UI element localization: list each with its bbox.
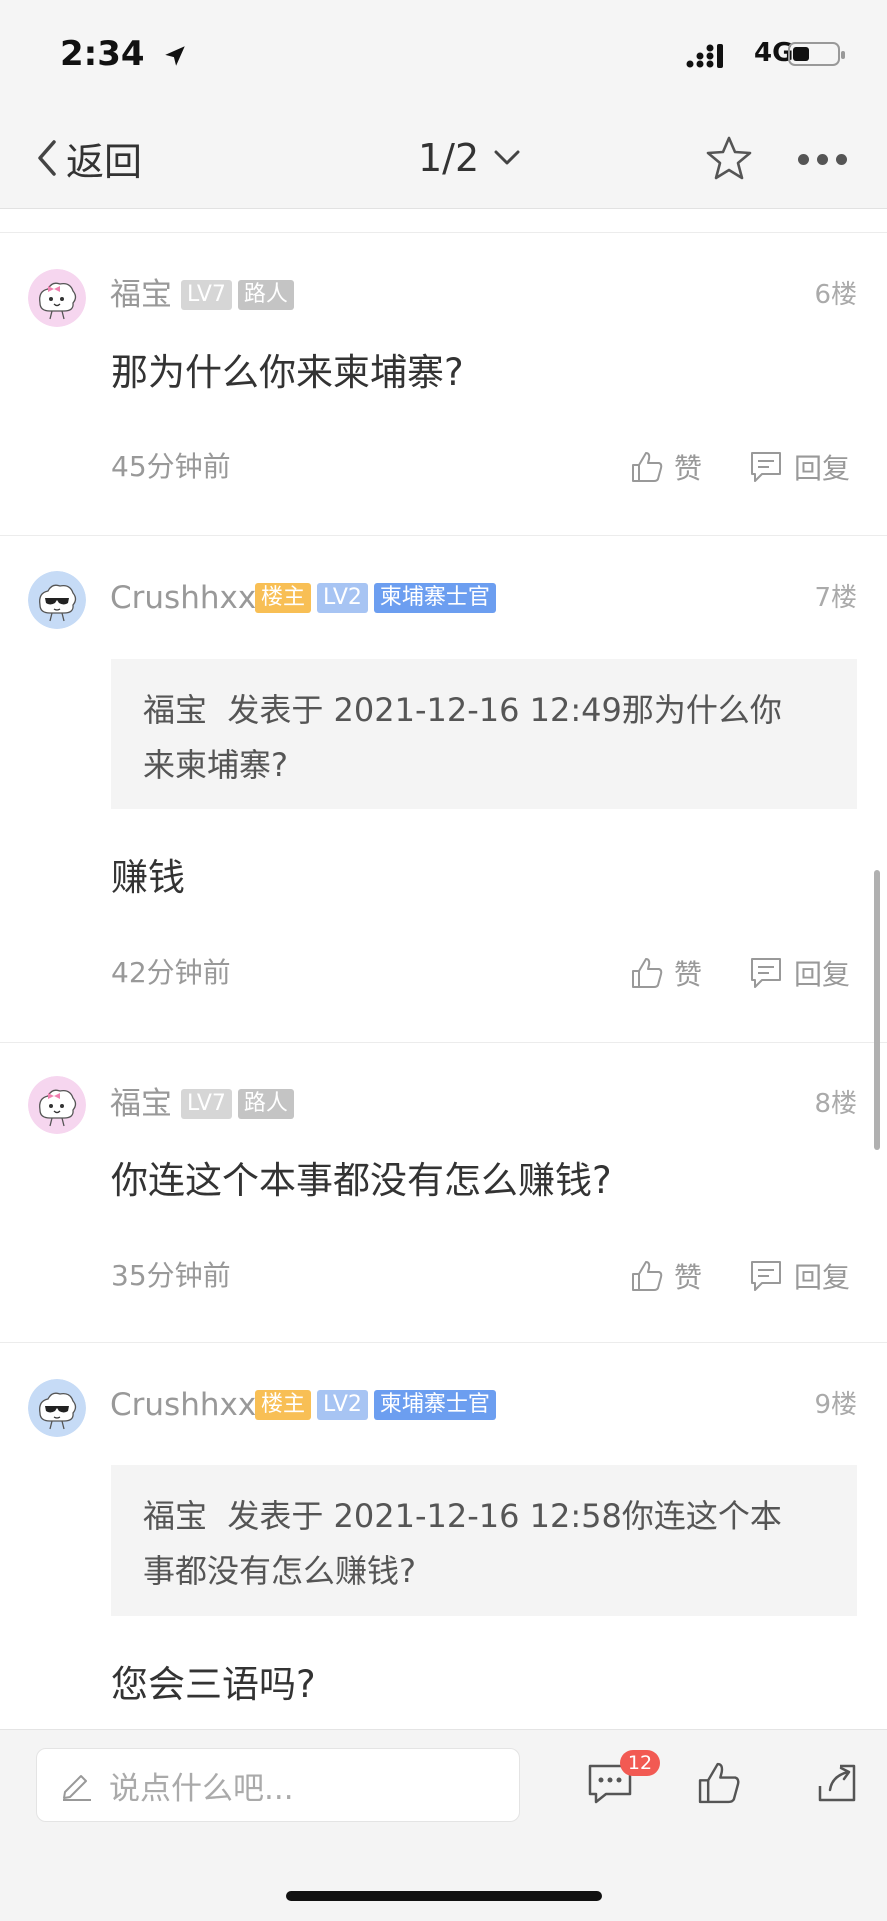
star-icon[interactable] bbox=[704, 134, 754, 184]
title-badge: 柬埔寨士官 bbox=[373, 583, 496, 613]
back-button[interactable]: 返回 bbox=[34, 132, 142, 184]
like-button[interactable]: 赞 bbox=[630, 447, 702, 487]
post-floor-6: 福宝 LV7 路人 6楼 那为什么你来柬埔寨? 45分钟前 赞 回复 bbox=[0, 233, 887, 536]
username[interactable]: Crushhxx bbox=[110, 578, 256, 618]
reply-label: 回复 bbox=[794, 958, 851, 991]
home-indicator bbox=[286, 1891, 602, 1901]
like-label: 赞 bbox=[674, 958, 703, 991]
input-placeholder: 说点什么吧... bbox=[109, 1770, 294, 1807]
post-content: 那为什么你来柬埔寨? bbox=[111, 351, 464, 394]
battery-icon bbox=[788, 42, 845, 66]
user-tags: LV7 路人 bbox=[181, 280, 294, 310]
like-button[interactable]: 赞 bbox=[630, 953, 702, 993]
reply-label: 回复 bbox=[794, 452, 851, 485]
quoted-reply: 福宝 发表于 2021-12-16 12:49那为什么你 来柬埔寨? bbox=[111, 659, 857, 809]
quote-line-1: 福宝 发表于 2021-12-16 12:58你连这个本 bbox=[143, 1497, 782, 1535]
post-floor-9: Crushhxx 楼主 LV2 柬埔寨士官 9楼 福宝 发表于 2021-12-… bbox=[0, 1343, 887, 1729]
level-badge: LV2 bbox=[317, 583, 368, 613]
thumbs-up-icon bbox=[632, 958, 663, 988]
thumbs-up-icon bbox=[632, 1261, 663, 1291]
chevron-down-icon bbox=[494, 150, 520, 165]
location-arrow-icon bbox=[165, 45, 186, 66]
nav-bar: 返回 1/2 bbox=[0, 110, 887, 209]
avatar-sunglasses-icon bbox=[28, 1379, 86, 1437]
comment-icon bbox=[751, 958, 781, 988]
comment-input[interactable]: 说点什么吧... bbox=[36, 1748, 520, 1822]
owner-badge: 楼主 bbox=[255, 583, 312, 613]
reply-button[interactable]: 回复 bbox=[748, 1256, 850, 1296]
reply-label: 回复 bbox=[794, 1261, 851, 1294]
more-icon[interactable] bbox=[798, 154, 847, 165]
user-tags: 楼主 LV2 柬埔寨士官 bbox=[255, 1390, 496, 1420]
comment-icon bbox=[751, 452, 781, 482]
level-badge: LV2 bbox=[317, 1390, 368, 1420]
reply-button[interactable]: 回复 bbox=[748, 953, 850, 993]
user-tags: 楼主 LV2 柬埔寨士官 bbox=[255, 583, 496, 613]
reply-button[interactable]: 回复 bbox=[748, 447, 850, 487]
post-time: 42分钟前 bbox=[111, 956, 231, 989]
avatar[interactable] bbox=[28, 269, 86, 327]
level-badge: LV7 bbox=[181, 1089, 232, 1119]
pencil-icon bbox=[63, 1775, 91, 1801]
post-content: 您会三语吗? bbox=[111, 1663, 316, 1706]
share-icon[interactable] bbox=[814, 1760, 860, 1806]
thumbs-up-icon[interactable] bbox=[696, 1760, 742, 1806]
avatar-sunglasses-icon bbox=[28, 571, 86, 629]
like-button[interactable]: 赞 bbox=[630, 1256, 702, 1296]
user-tags: LV7 路人 bbox=[181, 1089, 294, 1119]
quote-line-2: 来柬埔寨? bbox=[143, 746, 288, 784]
quote-line-2: 事都没有怎么赚钱? bbox=[143, 1552, 416, 1590]
status-bar: 2:34 4G bbox=[0, 0, 887, 110]
post-floor-8: 福宝 LV7 路人 8楼 你连这个本事都没有怎么赚钱? 35分钟前 赞 回复 bbox=[0, 1043, 887, 1343]
page-indicator: 1/2 bbox=[418, 136, 480, 180]
floor-number: 8楼 bbox=[814, 1089, 857, 1119]
username[interactable]: 福宝 bbox=[110, 1084, 172, 1124]
avatar-girl-icon bbox=[28, 269, 86, 327]
status-time-text: 2:34 bbox=[60, 34, 145, 74]
avatar[interactable] bbox=[28, 1379, 86, 1437]
status-time: 2:34 bbox=[60, 34, 188, 74]
scrollbar[interactable] bbox=[874, 870, 880, 1150]
thumbs-up-icon bbox=[632, 452, 663, 482]
floor-number: 9楼 bbox=[814, 1390, 857, 1420]
level-badge: LV7 bbox=[181, 280, 232, 310]
like-label: 赞 bbox=[674, 1261, 703, 1294]
username[interactable]: Crushhxx bbox=[110, 1385, 256, 1425]
avatar[interactable] bbox=[28, 571, 86, 629]
username[interactable]: 福宝 bbox=[110, 275, 172, 315]
comment-count-badge: 12 bbox=[620, 1750, 660, 1776]
chevron-left-icon bbox=[38, 140, 56, 176]
like-label: 赞 bbox=[674, 452, 703, 485]
post-floor-7: Crushhxx 楼主 LV2 柬埔寨士官 7楼 福宝 发表于 2021-12-… bbox=[0, 536, 887, 1043]
role-badge: 路人 bbox=[237, 280, 294, 310]
post-time: 35分钟前 bbox=[111, 1259, 231, 1292]
signal-icon bbox=[686, 44, 723, 68]
role-badge: 路人 bbox=[237, 1089, 294, 1119]
post-content: 赚钱 bbox=[111, 856, 185, 899]
quote-line-1: 福宝 发表于 2021-12-16 12:49那为什么你 bbox=[143, 691, 782, 729]
quoted-reply: 福宝 发表于 2021-12-16 12:58你连这个本 事都没有怎么赚钱? bbox=[111, 1465, 857, 1616]
page-selector[interactable]: 1/2 bbox=[418, 132, 521, 184]
bottom-bar: 说点什么吧... 12 bbox=[0, 1729, 887, 1921]
floor-number: 6楼 bbox=[814, 280, 857, 310]
title-badge: 柬埔寨士官 bbox=[373, 1390, 496, 1420]
avatar-girl-icon bbox=[28, 1076, 86, 1134]
post-time: 45分钟前 bbox=[111, 450, 231, 483]
owner-badge: 楼主 bbox=[255, 1390, 312, 1420]
floor-number: 7楼 bbox=[814, 583, 857, 613]
back-label: 返回 bbox=[66, 139, 143, 184]
comment-icon bbox=[751, 1261, 781, 1291]
avatar[interactable] bbox=[28, 1076, 86, 1134]
post-content: 你连这个本事都没有怎么赚钱? bbox=[111, 1159, 612, 1202]
